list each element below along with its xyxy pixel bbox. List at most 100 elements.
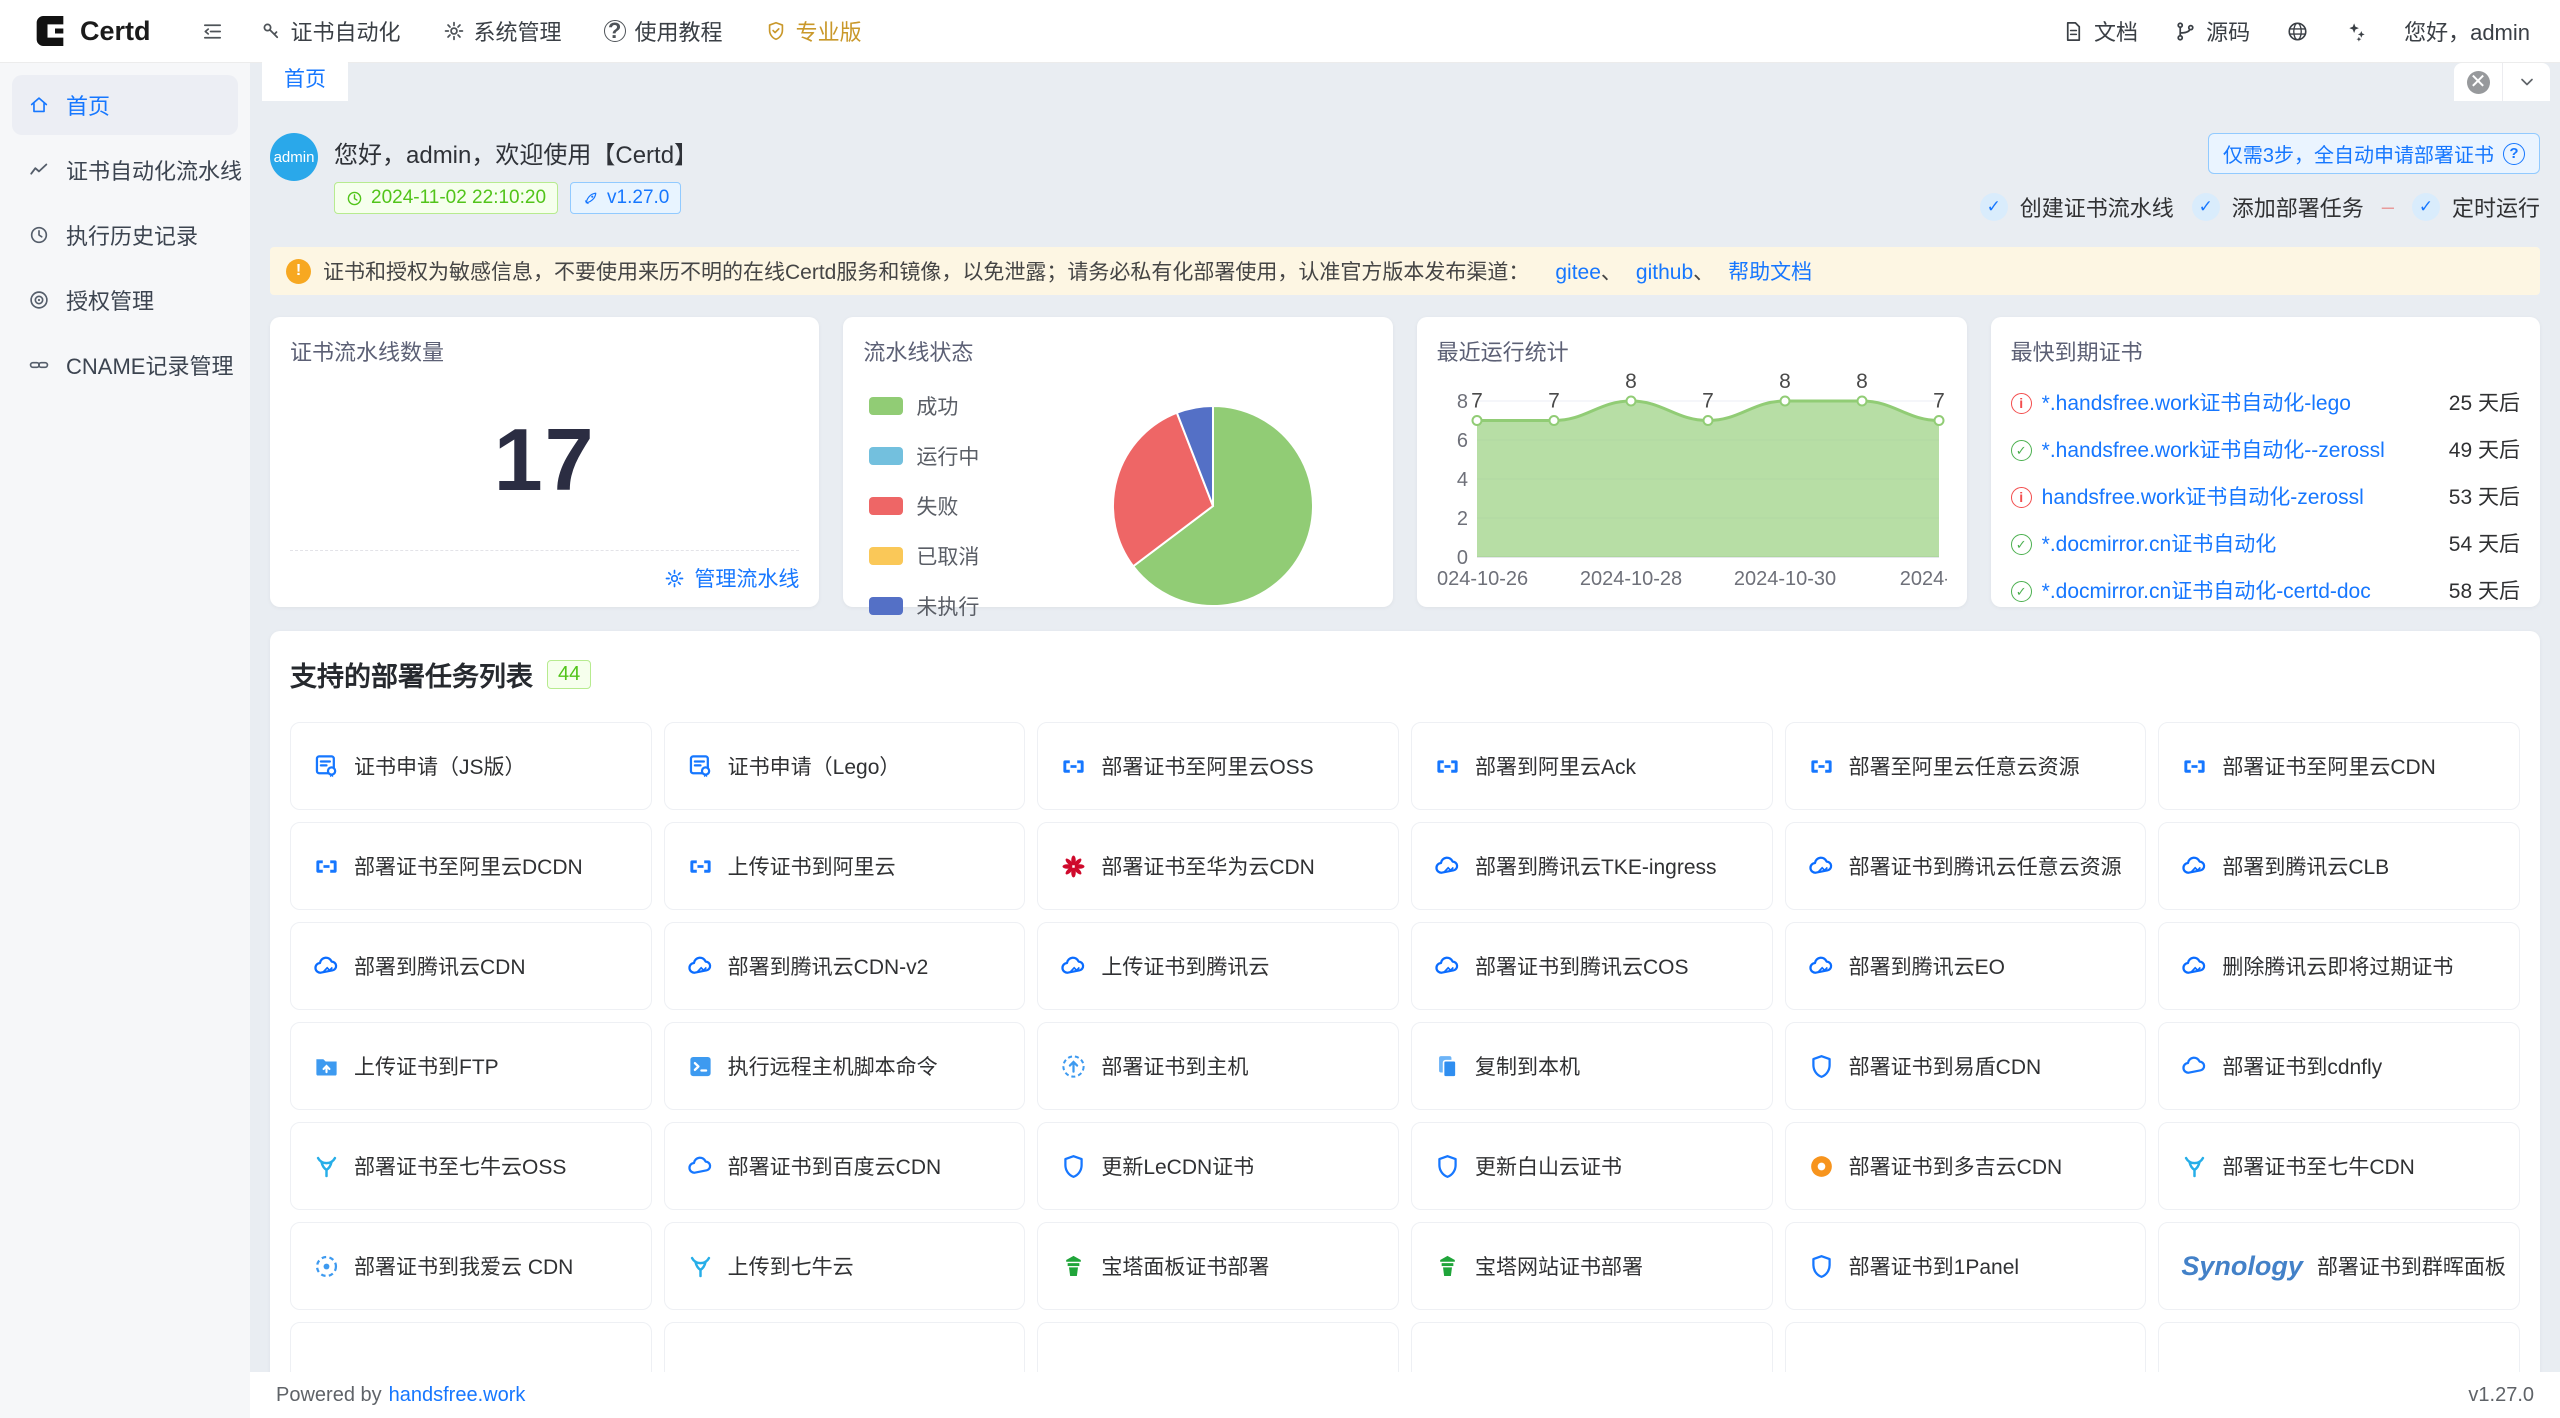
alert-link[interactable]: 帮助文档 [1728,261,1812,284]
shield-icon [1808,1253,1835,1280]
deploy-task-card[interactable]: 删除腾讯云即将过期证书 [2158,922,2520,1010]
copy-icon [1434,1053,1461,1080]
tab-home[interactable]: 首页 [262,55,348,101]
docs-link[interactable]: 文档 [2062,15,2138,47]
alert-link[interactable]: github [1636,261,1693,284]
deploy-task-card[interactable]: 证书申请（Lego） [664,722,1026,810]
deploy-task-card[interactable]: 部署证书至阿里云DCDN [290,822,652,910]
terminal-icon [687,1053,714,1080]
deploy-task-card[interactable]: 部署证书到主机 [1037,1022,1399,1110]
step-schedule-run[interactable]: ✓ 定时运行 [2412,191,2540,223]
top-menu-item[interactable]: 证书自动化 [260,15,401,47]
legend-item[interactable]: 失败 [869,491,1053,521]
sidebar-item-[interactable]: CNAME记录管理 [12,335,238,395]
clock-icon [346,190,363,207]
svg-text:8: 8 [1856,371,1868,393]
deploy-task-card[interactable]: 复制到本机 [1411,1022,1773,1110]
sparkles-icon[interactable] [2345,20,2368,43]
deploy-task-label: 执行远程主机脚本命令 [728,1051,938,1081]
tab-menu-button[interactable] [2502,63,2550,101]
dashed-circle-icon [313,1253,340,1280]
deploy-task-card[interactable]: 部署到腾讯云CLB [2158,822,2520,910]
deploy-task-card[interactable]: 部署到阿里云Ack [1411,722,1773,810]
sidebar-item-label: 执行历史记录 [66,219,198,251]
step-create-pipeline[interactable]: ✓ 创建证书流水线 [1980,191,2174,223]
guide-badge[interactable]: 仅需3步，全自动申请部署证书 ? [2208,133,2540,174]
top-menu-item-label: 证书自动化 [291,15,401,47]
chevron-down-icon [2517,72,2537,92]
collapse-menu-icon[interactable] [201,20,224,43]
deploy-task-card[interactable]: 宝塔面板证书部署 [1037,1222,1399,1310]
avatar[interactable]: admin [270,133,318,181]
cert-expiry-days: 54 天后 [2449,528,2520,558]
deploy-task-label: 上传证书到腾讯云 [1101,951,1269,981]
deploy-task-card[interactable]: 上传证书到阿里云 [664,822,1026,910]
cert-name-link[interactable]: handsfree.work证书自动化-zerossl [2042,481,2439,511]
deploy-task-card[interactable]: 上传证书到腾讯云 [1037,922,1399,1010]
step-add-deploy-task[interactable]: ✓ 添加部署任务 [2192,191,2364,223]
recent-runs-card: 最近运行统计 024682024-10-262024-10-282024-10-… [1417,317,1967,607]
certificate-icon [313,753,340,780]
question-icon: ? [604,20,626,42]
deploy-task-card[interactable]: 部署证书到我爱云 CDN [290,1222,652,1310]
top-menu-item[interactable]: ? 使用教程 [604,15,723,47]
handsfree-link[interactable]: handsfree.work [389,1384,526,1407]
legend-item[interactable]: 成功 [869,391,1053,421]
deploy-task-card[interactable]: 部署至阿里云任意云资源 [1785,722,2147,810]
deploy-task-card[interactable]: 部署证书到百度云CDN [664,1122,1026,1210]
top-menu-item[interactable]: 专业版 [765,15,862,47]
sidebar-item-home[interactable]: 首页 [12,75,238,135]
legend-item[interactable]: 运行中 [869,441,1053,471]
cert-name-link[interactable]: *.docmirror.cn证书自动化 [2042,528,2439,558]
deploy-task-card[interactable]: 更新LeCDN证书 [1037,1122,1399,1210]
deploy-task-card[interactable]: 部署到腾讯云CDN-v2 [664,922,1026,1010]
deploy-task-card[interactable]: 部署到腾讯云EO [1785,922,2147,1010]
deploy-task-card[interactable]: 更新白山云证书 [1411,1122,1773,1210]
deploy-task-card[interactable]: 上传到七牛云 [664,1222,1026,1310]
deploy-task-card[interactable]: 宝塔网站证书部署 [1411,1222,1773,1310]
deploy-task-card[interactable]: 证书申请（JS版） [290,722,652,810]
brand[interactable]: Certd [30,11,151,51]
deploy-task-card[interactable]: 部署到腾讯云TKE-ingress [1411,822,1773,910]
deploy-task-label: 更新白山云证书 [1475,1151,1622,1181]
deploy-task-card[interactable]: 部署证书到易盾CDN [1785,1022,2147,1110]
sidebar-item-[interactable]: 执行历史记录 [12,205,238,265]
home-icon [28,94,50,116]
source-link[interactable]: 源码 [2174,15,2250,47]
sidebar-item-[interactable]: 证书自动化流水线 [12,140,238,200]
deploy-task-card[interactable]: 部署到腾讯云CDN [290,922,652,1010]
footer-version: v1.27.0 [2468,1384,2534,1407]
dogecloud-icon [1808,1153,1835,1180]
cert-name-link[interactable]: *.docmirror.cn证书自动化-certd-doc [2042,575,2439,605]
deploy-task-card[interactable]: 部署证书到1Panel [1785,1222,2147,1310]
language-globe-icon[interactable] [2286,20,2309,43]
deploy-task-card[interactable]: 部署证书到腾讯云任意云资源 [1785,822,2147,910]
deploy-task-card[interactable]: 部署证书至七牛云OSS [290,1122,652,1210]
tab-bar: 首页 ✕ [250,63,2560,101]
deploy-task-card[interactable]: 上传证书到FTP [290,1022,652,1110]
alert-link[interactable]: gitee [1555,261,1601,284]
deploy-title: 支持的部署任务列表 [290,655,533,694]
pie-legend: 成功 运行中 失败 已取消 未执行 [863,391,1053,621]
legend-item[interactable]: 已取消 [869,541,1053,571]
close-tab-button[interactable]: ✕ [2454,63,2502,101]
deploy-task-card[interactable]: 部署证书至阿里云CDN [2158,722,2520,810]
deploy-task-card[interactable]: 部署证书至阿里云OSS [1037,722,1399,810]
deploy-task-card-partial [2158,1322,2520,1372]
deploy-task-card[interactable]: 执行远程主机脚本命令 [664,1022,1026,1110]
user-menu[interactable]: 您好，admin [2404,15,2530,47]
deploy-task-card[interactable]: 部署证书至七牛CDN [2158,1122,2520,1210]
sidebar-item-[interactable]: 授权管理 [12,270,238,330]
legend-swatch [869,597,903,615]
deploy-task-card[interactable]: 部署证书到腾讯云COS [1411,922,1773,1010]
pipeline-icon [28,159,50,181]
legend-item[interactable]: 未执行 [869,591,1053,621]
cert-name-link[interactable]: *.handsfree.work证书自动化--zerossl [2042,434,2439,464]
deploy-task-card[interactable]: 部署证书至华为云CDN [1037,822,1399,910]
deploy-task-card[interactable]: 部署证书到cdnfly [2158,1022,2520,1110]
deploy-task-card[interactable]: Synology 部署证书到群晖面板 [2158,1222,2520,1310]
manage-pipelines-link[interactable]: 管理流水线 [664,563,799,593]
cert-name-link[interactable]: *.handsfree.work证书自动化-lego [2042,387,2439,417]
top-menu-item[interactable]: 系统管理 [443,15,562,47]
deploy-task-card[interactable]: 部署证书到多吉云CDN [1785,1122,2147,1210]
